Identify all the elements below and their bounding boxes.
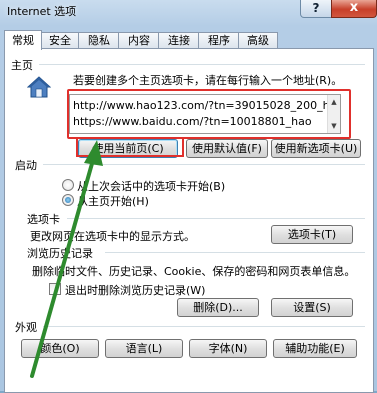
tab-connections[interactable]: 连接 <box>158 32 200 49</box>
languages-button[interactable]: 语言(L) <box>105 339 183 358</box>
internet-options-window: Internet 选项 ? x 常规 安全 隐私 内容 连接 程序 高级 主页 … <box>0 0 377 393</box>
use-default-button[interactable]: 使用默认值(F) <box>186 139 268 158</box>
homepage-section-title: 主页 <box>11 59 33 72</box>
history-settings-button[interactable]: 设置(S) <box>271 298 353 317</box>
appearance-section-title: 外观 <box>15 321 37 334</box>
fonts-button[interactable]: 字体(N) <box>189 339 267 358</box>
tab-security[interactable]: 安全 <box>40 32 80 49</box>
url-highlight-frame <box>67 89 351 139</box>
history-description: 删除临时文件、历史记录、Cookie、保存的密码和网页表单信息。 <box>32 265 356 278</box>
history-divider <box>105 252 365 253</box>
tab-programs[interactable]: 程序 <box>198 32 240 49</box>
delete-history-button[interactable]: 删除(D)... <box>177 298 259 317</box>
use-new-tab-button[interactable]: 使用新选项卡(U) <box>271 139 361 158</box>
radio-homepage[interactable] <box>62 194 74 206</box>
startup-section-title: 启动 <box>15 159 37 172</box>
tab-advanced[interactable]: 高级 <box>238 32 278 49</box>
homepage-house-icon <box>27 76 51 98</box>
delete-on-exit-label: 退出时删除浏览历史记录(W) <box>65 284 206 297</box>
close-button[interactable]: x <box>331 0 377 18</box>
title-bar: Internet 选项 ? x <box>0 0 377 22</box>
tabs-description: 更改网页在选项卡中的显示方式。 <box>30 230 195 243</box>
accessibility-button[interactable]: 辅助功能(E) <box>273 339 357 358</box>
button-highlight-frame <box>76 137 184 157</box>
radio-last-session[interactable] <box>62 179 74 191</box>
startup-divider <box>43 164 365 165</box>
tab-privacy[interactable]: 隐私 <box>78 32 120 49</box>
appearance-divider <box>43 326 365 327</box>
homepage-start-label: 从主页开始(H) <box>77 195 149 208</box>
last-session-label: 从上次会话中的选项卡开始(B) <box>77 180 226 193</box>
tabs-divider <box>67 218 365 219</box>
tabs-settings-button[interactable]: 选项卡(T) <box>271 225 353 244</box>
tab-content[interactable]: 内容 <box>118 32 160 49</box>
history-section-title: 浏览历史记录 <box>27 247 93 260</box>
tab-general[interactable]: 常规 <box>4 30 42 50</box>
delete-on-exit-checkbox[interactable] <box>49 283 61 295</box>
window-title: Internet 选项 <box>7 5 77 18</box>
tabs-section-title: 选项卡 <box>27 213 60 226</box>
general-tab-panel: 主页 若要创建多个主页选项卡，请在每行输入一个地址(R)。 http://www… <box>4 48 374 393</box>
homepage-divider <box>39 64 365 65</box>
homepage-description: 若要创建多个主页选项卡，请在每行输入一个地址(R)。 <box>73 74 343 87</box>
colors-button[interactable]: 颜色(O) <box>21 339 99 358</box>
help-button[interactable]: ? <box>300 0 332 18</box>
